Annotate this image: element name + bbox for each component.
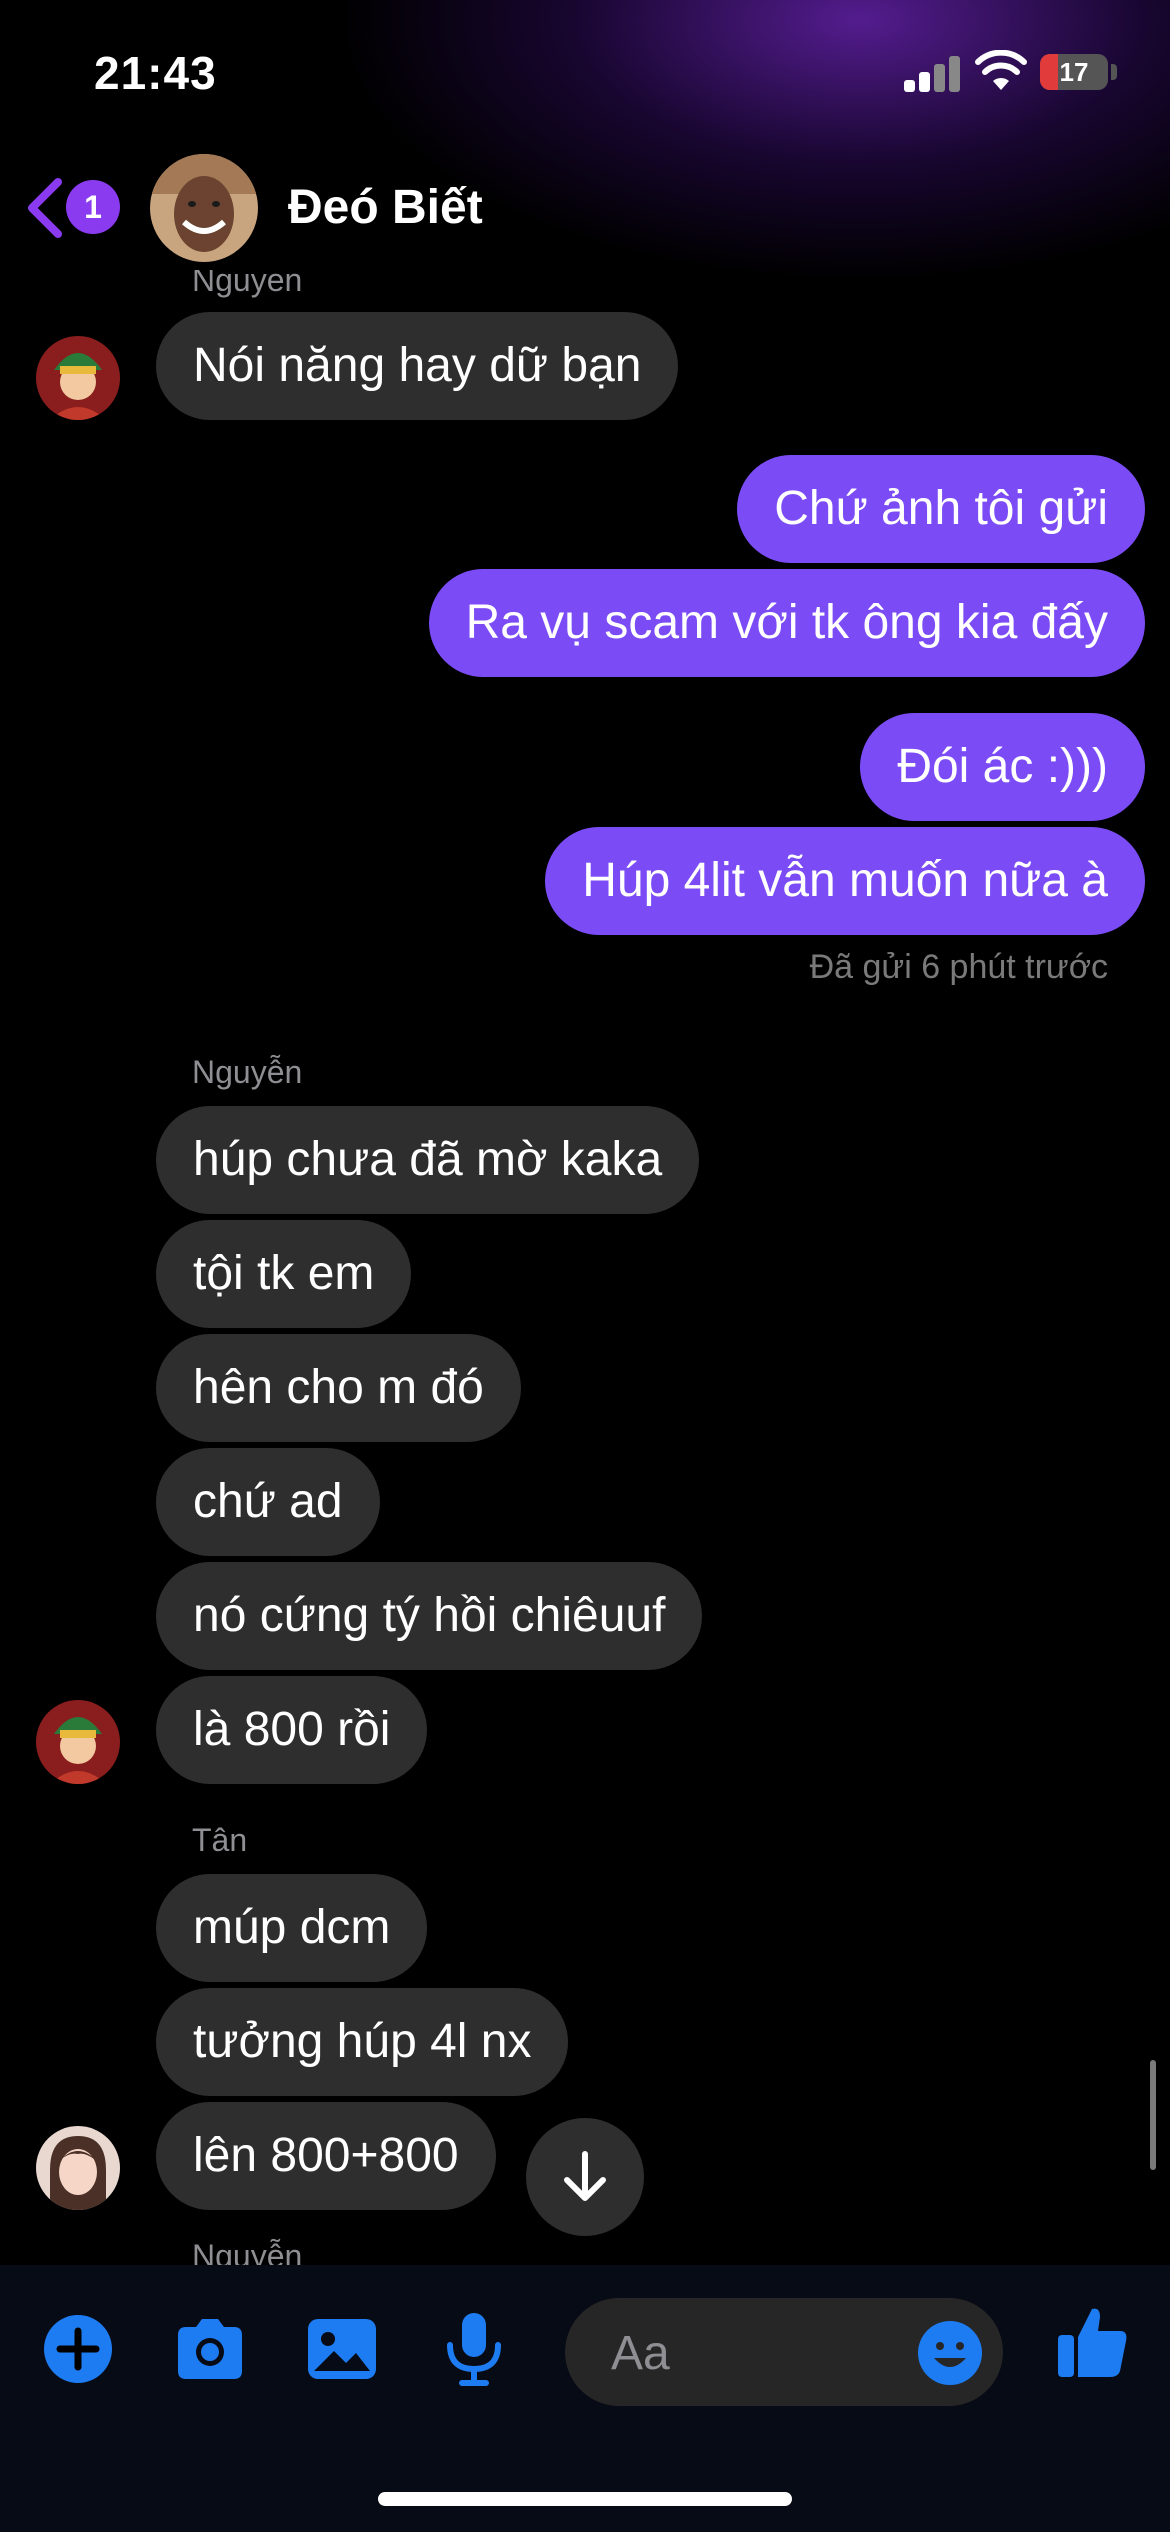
battery-icon: 17 [1040, 54, 1108, 90]
outgoing-message[interactable]: Đói ác :))) [860, 713, 1145, 821]
battery-tip [1111, 64, 1117, 80]
incoming-message[interactable]: tội tk em [156, 1220, 412, 1328]
camera-icon[interactable] [172, 2309, 248, 2389]
message-input[interactable] [609, 2322, 913, 2384]
gallery-icon[interactable] [304, 2309, 380, 2389]
sender-avatar[interactable] [36, 1700, 120, 1784]
sender-avatar[interactable] [36, 2126, 120, 2210]
back-chevron-icon[interactable] [22, 176, 66, 240]
outgoing-message[interactable]: Chứ ảnh tôi gửi [737, 455, 1145, 563]
incoming-message[interactable]: hên cho m đó [156, 1334, 521, 1442]
unread-count-badge[interactable]: 1 [66, 180, 120, 234]
incoming-message[interactable]: Nói năng hay dữ bạn [156, 312, 679, 420]
wifi-icon [975, 50, 1027, 90]
status-bar: 21:43 17 [0, 0, 1170, 150]
sender-label: Nguyễn [192, 2238, 303, 2265]
incoming-message[interactable]: chứ ad [156, 1448, 380, 1556]
conversation-header: 1 Đeó Biết [0, 150, 1170, 270]
sender-avatar[interactable] [36, 336, 120, 420]
cellular-signal-icon [904, 56, 962, 92]
battery-percent: 17 [1059, 57, 1089, 87]
microphone-icon[interactable] [436, 2309, 512, 2389]
scrollbar-thumb[interactable] [1150, 2060, 1156, 2170]
incoming-message[interactable]: lên 800+800 [156, 2102, 496, 2210]
incoming-message[interactable]: tưởng húp 4l nx [156, 1988, 569, 2096]
thumbs-up-icon[interactable] [1054, 2301, 1130, 2381]
arrow-down-icon [564, 2151, 606, 2201]
sender-label: Nguyen [192, 270, 303, 298]
incoming-message[interactable]: nó cứng tý hồi chiêuuf [156, 1562, 703, 1670]
status-time: 21:43 [94, 47, 217, 99]
sender-label: Nguyễn [192, 1054, 303, 1090]
incoming-message[interactable]: là 800 rồi [156, 1676, 428, 1784]
incoming-message[interactable]: múp dcm [156, 1874, 428, 1982]
message-input-container[interactable] [565, 2298, 1003, 2406]
message-list[interactable]: Nguyen Nói năng hay dữ bạn Chứ ảnh tôi g… [0, 270, 1170, 2265]
sent-receipt: Đã gửi 6 phút trước [809, 948, 1108, 986]
contact-avatar[interactable] [150, 154, 258, 262]
home-indicator [378, 2492, 792, 2506]
outgoing-message[interactable]: Húp 4lit vẫn muốn nữa à [545, 827, 1145, 935]
emoji-icon[interactable] [917, 2320, 983, 2386]
sender-label: Tân [192, 1822, 248, 1858]
plus-icon[interactable] [40, 2309, 116, 2389]
scroll-to-bottom-button[interactable] [526, 2118, 644, 2236]
conversation-title[interactable]: Đeó Biết [288, 180, 483, 235]
outgoing-message[interactable]: Ra vụ scam với tk ông kia đấy [428, 569, 1145, 677]
incoming-message[interactable]: húp chưa đã mờ kaka [156, 1106, 700, 1214]
